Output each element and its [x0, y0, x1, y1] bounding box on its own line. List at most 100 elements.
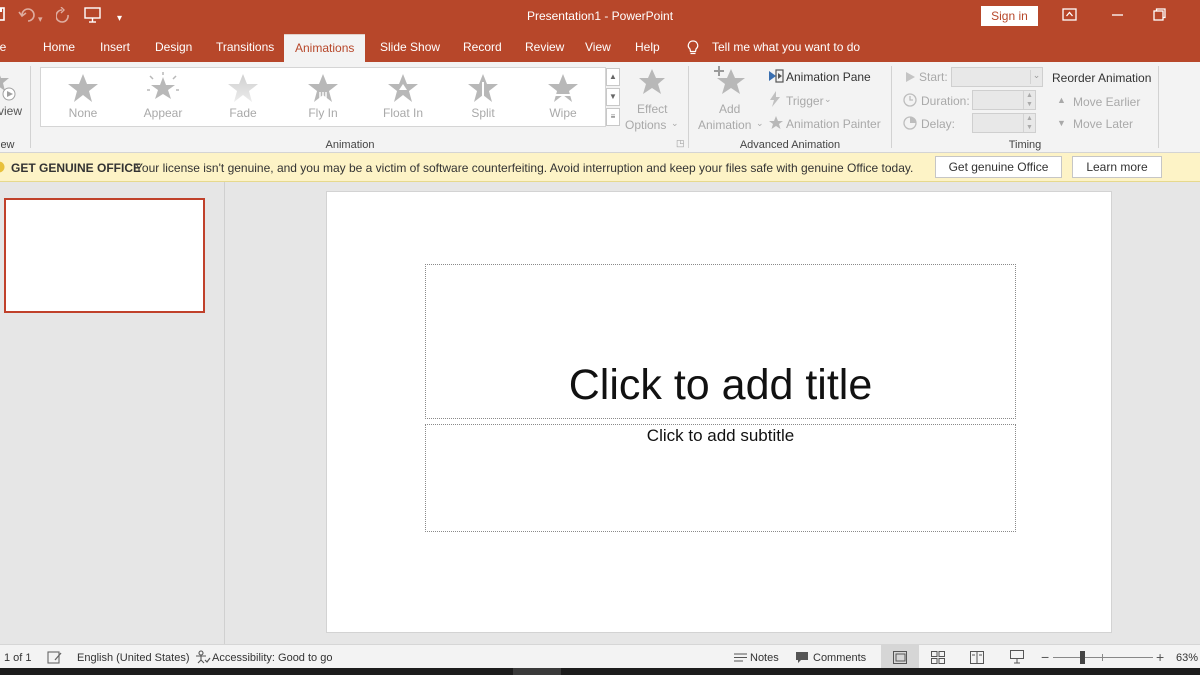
lightbulb-icon [687, 40, 699, 61]
tab-file[interactable]: le [0, 34, 6, 62]
animation-split[interactable]: Split [445, 68, 521, 126]
effect-options-icon[interactable] [638, 68, 666, 101]
ribbon-tabs: le Home Insert Design Transitions Animat… [0, 34, 1200, 62]
tab-view[interactable]: View [585, 34, 611, 62]
duration-input[interactable]: ▲ ▼ [972, 90, 1036, 110]
animation-none[interactable]: None [45, 68, 121, 126]
clock-icon [903, 93, 917, 112]
animation-painter-icon [768, 115, 784, 136]
delay-icon [903, 116, 917, 135]
star-icon [68, 74, 98, 102]
arrow-up-icon: ▲ [1057, 95, 1066, 105]
effect-options-label-2[interactable]: Options [625, 118, 666, 132]
group-divider [688, 66, 689, 148]
arrow-down-icon: ▼ [1057, 118, 1066, 128]
start-label: Start: [919, 70, 948, 84]
wipe-star-icon [548, 74, 578, 102]
notification-heading: GET GENUINE OFFICE [11, 161, 142, 175]
effect-options-label-1[interactable]: Effect [637, 102, 667, 116]
slide-show-icon[interactable] [1010, 650, 1024, 667]
restore-icon[interactable] [1152, 8, 1168, 22]
advanced-animation-group-label: Advanced Animation [739, 139, 841, 151]
zoom-in-button[interactable]: + [1156, 649, 1164, 665]
dialog-launcher-icon[interactable]: ◳ [676, 138, 685, 149]
move-earlier-button[interactable]: Move Earlier [1073, 95, 1140, 109]
gallery-scroll-down-button[interactable]: ▼ [606, 88, 620, 106]
title-placeholder[interactable]: Click to add title [425, 264, 1016, 419]
slide-sorter-icon[interactable] [931, 651, 945, 667]
language-status[interactable]: English (United States) [77, 652, 190, 664]
delay-input[interactable]: ▲ ▼ [972, 113, 1036, 133]
preview-icon[interactable] [0, 68, 16, 107]
animation-appear[interactable]: Appear [125, 68, 201, 126]
move-later-button[interactable]: Move Later [1073, 117, 1133, 131]
group-divider [1158, 66, 1159, 148]
slide-thumbnail[interactable] [4, 198, 205, 313]
subtitle-placeholder-text: Click to add subtitle [646, 426, 795, 445]
tab-transitions[interactable]: Transitions [216, 34, 274, 62]
zoom-level[interactable]: 63% [1176, 652, 1198, 664]
gallery-more-button[interactable]: ≡ [606, 108, 620, 126]
normal-view-button[interactable] [881, 645, 919, 670]
taskbar-app[interactable] [513, 668, 561, 675]
preview-button-label[interactable]: view [0, 104, 22, 118]
sign-in-button[interactable]: Sign in [981, 6, 1038, 26]
slide-canvas[interactable]: Click to add title Click to add subtitle [326, 191, 1112, 633]
minimize-icon[interactable] [1110, 8, 1126, 22]
gallery-scroll-up-button[interactable]: ▲ [606, 68, 620, 86]
subtitle-placeholder[interactable]: Click to add subtitle [425, 424, 1016, 532]
learn-more-button[interactable]: Learn more [1072, 156, 1162, 178]
start-dropdown[interactable]: ⌄ [951, 67, 1043, 87]
animation-float-in[interactable]: Float In [365, 68, 441, 126]
title-bar: ▾ ▾ Presentation1 - PowerPoint Sign in [0, 0, 1200, 34]
animation-label: Split [471, 106, 495, 120]
animation-gallery: None Appear Fade Fly In Float In Split W… [40, 67, 606, 127]
animation-wipe[interactable]: Wipe [525, 68, 601, 126]
add-animation-icon[interactable] [713, 66, 749, 103]
accessibility-icon[interactable] [195, 650, 211, 667]
animation-fly-in[interactable]: Fly In [285, 68, 361, 126]
spelling-check-icon[interactable] [47, 651, 63, 667]
tab-design[interactable]: Design [155, 34, 192, 62]
ribbon-display-options-icon[interactable] [1062, 8, 1078, 22]
slide-thumbnail-panel [0, 182, 225, 644]
animation-pane-button[interactable]: Animation Pane [786, 70, 871, 84]
split-star-icon [468, 74, 498, 102]
add-animation-label-2[interactable]: Animation [698, 118, 751, 132]
comments-button[interactable]: Comments [813, 652, 866, 664]
animation-painter-button[interactable]: Animation Painter [786, 117, 881, 131]
tab-home[interactable]: Home [43, 34, 75, 62]
timing-group-label: Timing [1008, 139, 1042, 151]
zoom-out-button[interactable]: − [1041, 649, 1049, 665]
zoom-slider-track[interactable] [1053, 657, 1153, 658]
status-bar: 1 of 1 English (United States) Accessibi… [0, 644, 1200, 670]
zoom-slider-thumb[interactable] [1079, 651, 1085, 664]
add-animation-label-1[interactable]: Add [719, 102, 740, 116]
tab-animations[interactable]: Animations [284, 34, 366, 62]
reading-view-icon[interactable] [970, 651, 984, 667]
notification-message: Your license isn't genuine, and you may … [135, 161, 914, 175]
chevron-down-icon: ⌄ [756, 118, 764, 128]
tab-slide-show[interactable]: Slide Show [380, 34, 440, 62]
animation-label: None [68, 106, 98, 120]
spinner-icon[interactable]: ▲ ▼ [1023, 114, 1035, 132]
notes-button[interactable]: Notes [750, 652, 779, 664]
tab-insert[interactable]: Insert [100, 34, 130, 62]
zoom-slider-center-tick [1102, 654, 1103, 661]
tell-me-search[interactable]: Tell me what you want to do [712, 34, 860, 62]
warning-icon [0, 161, 5, 176]
slide-count[interactable]: 1 of 1 [4, 652, 32, 664]
tab-help[interactable]: Help [635, 34, 660, 62]
trigger-button[interactable]: Trigger [786, 94, 824, 108]
animation-label: Appear [143, 106, 183, 120]
tab-review[interactable]: Review [525, 34, 564, 62]
animation-fade[interactable]: Fade [205, 68, 281, 126]
fly-in-star-icon [308, 74, 338, 102]
tab-record[interactable]: Record [463, 34, 502, 62]
animation-pane-icon[interactable] [768, 68, 784, 89]
accessibility-status[interactable]: Accessibility: Good to go [212, 652, 332, 664]
preview-group-label: iew [0, 139, 15, 151]
get-genuine-office-button[interactable]: Get genuine Office [935, 156, 1062, 178]
spinner-icon[interactable]: ▲ ▼ [1023, 91, 1035, 109]
delay-label: Delay: [921, 117, 956, 131]
